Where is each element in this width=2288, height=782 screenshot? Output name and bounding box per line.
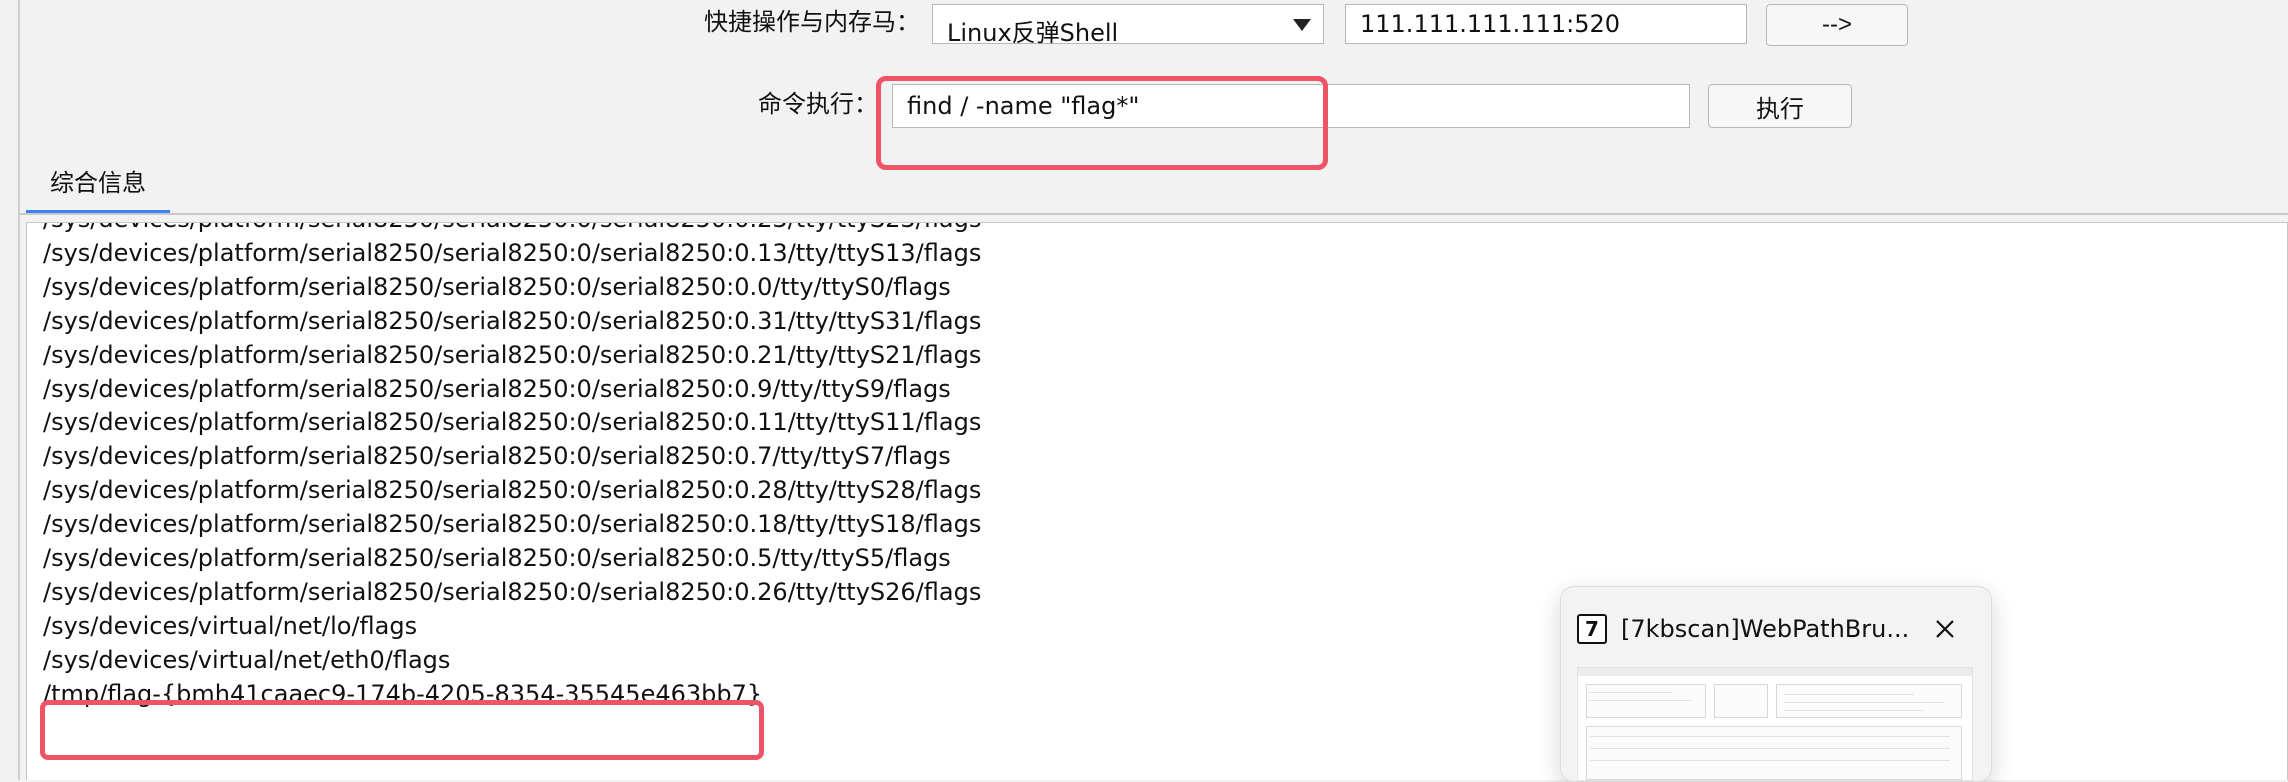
go-button[interactable]: --> — [1766, 4, 1908, 46]
output-line: /sys/devices/platform/serial8250/serial8… — [43, 272, 951, 301]
output-line: /sys/devices/platform/serial8250/serial8… — [43, 544, 951, 573]
shell-type-selected: Linux反弹Shell — [947, 19, 1119, 47]
execute-button[interactable]: 执行 — [1708, 84, 1852, 128]
popup-header: 7 [7kbscan]WebPathBru... — [1577, 609, 1909, 649]
output-line: /sys/devices/virtual/net/lo/flags — [43, 611, 418, 640]
quick-actions-label: 快捷操作与内存马： — [704, 8, 920, 36]
output-line: /sys/devices/platform/serial8250/serial8… — [43, 577, 982, 606]
output-line: /tmp/flag-{bmh41caaec9-174b-4205-8354-35… — [43, 679, 763, 708]
command-input[interactable]: find / -name "flag*" — [892, 84, 1690, 128]
output-line: /sys/devices/platform/serial8250/serial8… — [43, 306, 982, 335]
output-line: /sys/devices/platform/serial8250/serial8… — [43, 442, 951, 471]
output-line: /sys/devices/platform/serial8250/serial8… — [43, 340, 982, 369]
left-border — [18, 0, 20, 780]
chevron-down-icon — [1293, 19, 1311, 31]
tab-divider — [20, 213, 2288, 215]
output-lines: /sys/devices/platform/serial8250/serial8… — [43, 223, 982, 712]
output-line: /sys/devices/platform/serial8250/serial8… — [43, 408, 982, 437]
output-line: /sys/devices/platform/serial8250/serial8… — [43, 510, 982, 539]
address-input[interactable]: 111.111.111.111:520 — [1345, 4, 1747, 44]
command-label: 命令执行： — [758, 90, 878, 118]
output-line: /sys/devices/platform/serial8250/serial8… — [43, 238, 982, 267]
output-line: /sys/devices/platform/serial8250/serial8… — [43, 476, 982, 505]
output-line: /sys/devices/virtual/net/eth0/flags — [43, 645, 451, 674]
window-thumbnail — [1577, 667, 1973, 781]
shell-type-select[interactable]: Linux反弹Shell — [932, 4, 1324, 47]
popup-title: [7kbscan]WebPathBru... — [1621, 615, 1910, 643]
output-line: /sys/devices/platform/serial8250/serial8… — [43, 374, 951, 403]
close-icon[interactable] — [1933, 617, 1957, 641]
taskbar-preview-popup[interactable]: 7 [7kbscan]WebPathBru... — [1560, 586, 1992, 782]
tab-general-info[interactable]: 综合信息 — [26, 150, 170, 214]
app-badge-icon: 7 — [1577, 614, 1607, 644]
output-line: /sys/devices/platform/serial8250/serial8… — [43, 223, 981, 237]
